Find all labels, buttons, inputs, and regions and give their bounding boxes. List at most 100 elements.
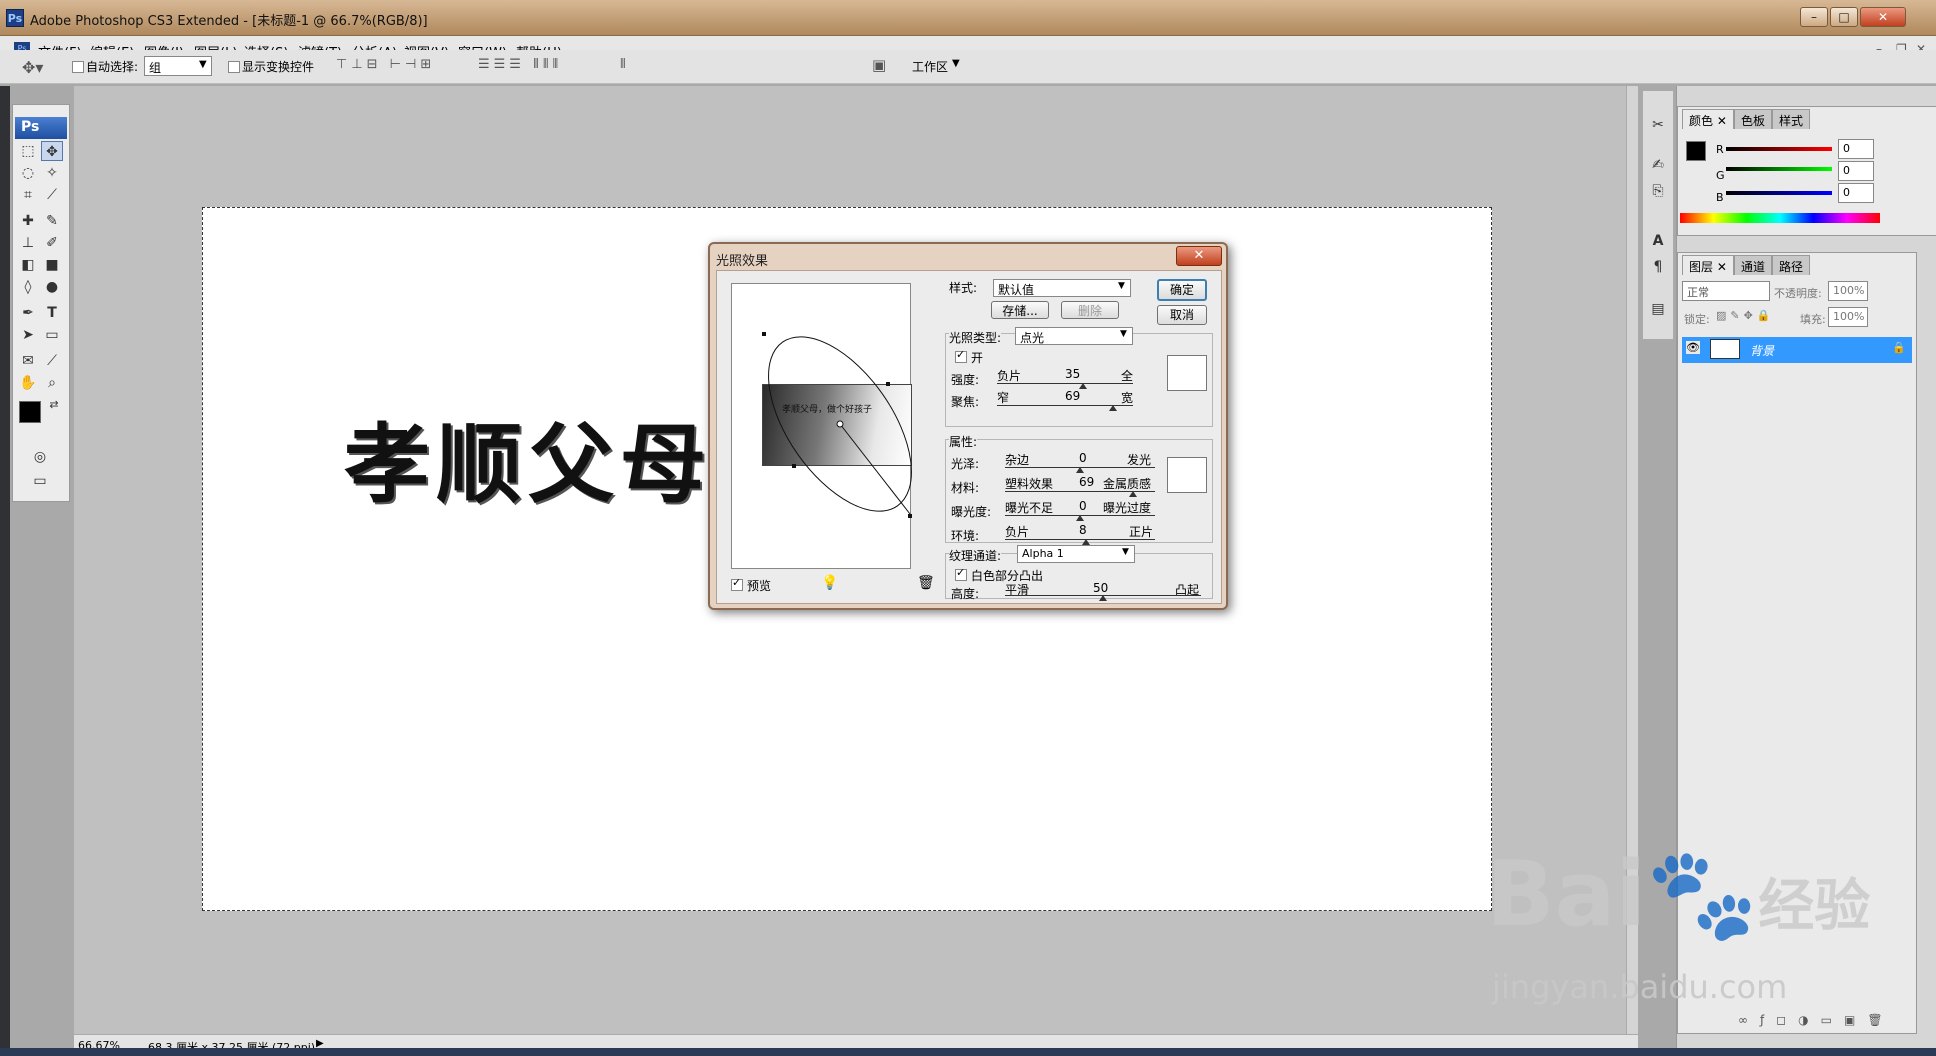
- tab-styles[interactable]: 样式: [1772, 109, 1811, 129]
- bridge-icon[interactable]: ▣: [872, 56, 886, 74]
- layer-row-background[interactable]: 👁 背景 🔒: [1682, 337, 1912, 363]
- blur-tool-icon[interactable]: ◊: [17, 277, 39, 297]
- light-bulb-icon[interactable]: 💡: [821, 575, 838, 591]
- shape-tool-icon[interactable]: ▭: [41, 325, 63, 345]
- type-tool-icon[interactable]: T: [41, 303, 63, 323]
- ambient-color-swatch[interactable]: [1167, 457, 1207, 493]
- crop-tool-icon[interactable]: ⌗: [17, 185, 39, 205]
- b-slider[interactable]: [1726, 191, 1832, 195]
- r-slider[interactable]: [1726, 147, 1832, 151]
- trash-icon[interactable]: 🗑: [917, 575, 935, 591]
- dodge-tool-icon[interactable]: ●: [41, 277, 63, 297]
- tab-color[interactable]: 颜色 ✕: [1682, 109, 1734, 129]
- lock-icons[interactable]: ▨✎✥🔒: [1716, 309, 1775, 322]
- eraser-tool-icon[interactable]: ◧: [17, 255, 39, 275]
- delete-style-button[interactable]: 删除: [1061, 301, 1119, 319]
- tab-layers[interactable]: 图层 ✕: [1682, 255, 1734, 275]
- foreground-swatch[interactable]: [1686, 141, 1706, 161]
- save-style-button[interactable]: 存储...: [991, 301, 1049, 319]
- g-input[interactable]: 0: [1838, 161, 1874, 181]
- move-tool-icon[interactable]: ✥▾: [22, 58, 43, 77]
- texture-channel-dropdown[interactable]: Alpha 1 ▼: [1017, 545, 1135, 563]
- workspace-button[interactable]: 工作区: [912, 58, 948, 75]
- focus-label: 聚焦:: [951, 395, 980, 409]
- collapsed-panels: ✂ ✍ ⎘ A ¶ ▤: [1642, 90, 1674, 340]
- lighting-effects-dialog: 光照效果 ✕ 孝顺父母，做个好孩子 ✓ 预览 💡 🗑 样式: 默认值 ▼ 存储.…: [708, 242, 1228, 610]
- brush-tool-icon[interactable]: ✎: [41, 211, 63, 231]
- auto-select-dropdown[interactable]: 组 ▼: [144, 56, 212, 76]
- tools-preset-icon[interactable]: ✂: [1647, 115, 1669, 135]
- eyedropper-icon[interactable]: ⟋: [41, 351, 63, 371]
- dialog-body: 孝顺父母，做个好孩子 ✓ 预览 💡 🗑 样式: 默认值 ▼ 存储... 删除 确…: [716, 270, 1222, 604]
- layer-comps-icon[interactable]: ▤: [1647, 299, 1669, 319]
- opacity-input[interactable]: 100%: [1828, 281, 1868, 301]
- tab-paths[interactable]: 路径: [1772, 255, 1811, 275]
- show-transform-checkbox[interactable]: [228, 61, 240, 73]
- clone-stamp-icon[interactable]: ⊥: [17, 233, 39, 253]
- hand-tool-icon[interactable]: ✋: [17, 373, 39, 393]
- paragraph-icon[interactable]: ¶: [1647, 257, 1669, 277]
- tab-channels[interactable]: 通道: [1734, 255, 1773, 275]
- minimize-button[interactable]: –: [1800, 7, 1828, 27]
- height-slider-thumb[interactable]: [1099, 595, 1107, 601]
- character-icon[interactable]: A: [1647, 231, 1669, 251]
- blend-mode-value: 正常: [1687, 286, 1709, 299]
- r-input[interactable]: 0: [1838, 139, 1874, 159]
- healing-brush-icon[interactable]: ✚: [17, 211, 39, 231]
- screen-mode-icon[interactable]: ▭: [29, 471, 51, 491]
- clone-source-icon[interactable]: ⎘: [1647, 181, 1669, 201]
- material-slider-thumb[interactable]: [1128, 491, 1137, 497]
- move-tool-icon[interactable]: ✥: [41, 141, 63, 161]
- cancel-button[interactable]: 取消: [1157, 305, 1207, 325]
- blend-mode-dropdown[interactable]: 正常: [1682, 281, 1770, 301]
- style-dropdown[interactable]: 默认值 ▼: [993, 279, 1131, 297]
- path-select-icon[interactable]: ➤: [17, 325, 39, 345]
- light-preview[interactable]: 孝顺父母，做个好孩子: [731, 283, 912, 570]
- light-type-dropdown[interactable]: 点光 ▼: [1015, 327, 1133, 345]
- distribute-icons[interactable]: ☰☰☰ ⦀⦀⦀: [478, 57, 562, 72]
- exposure-slider-thumb[interactable]: [1076, 515, 1084, 521]
- gradient-tool-icon[interactable]: ■: [41, 255, 63, 275]
- history-brush-icon[interactable]: ✐: [41, 233, 63, 253]
- close-button[interactable]: ✕: [1860, 7, 1906, 27]
- intensity-slider[interactable]: [997, 383, 1133, 384]
- maximize-button[interactable]: □: [1830, 7, 1858, 27]
- texture-channel-value: Alpha 1: [1022, 547, 1064, 560]
- toolbox: Ps ⬚ ✥ ◌ ✧ ⌗ ⟋ ✚ ✎ ⊥ ✐ ◧ ■ ◊ ● ✒ T ➤ ▭ ✉…: [12, 104, 70, 502]
- lasso-tool-icon[interactable]: ◌: [17, 163, 39, 183]
- magic-wand-icon[interactable]: ✧: [41, 163, 63, 183]
- layer-bottom-icons[interactable]: ∞ƒ◻◑▭▣🗑: [1738, 1013, 1895, 1027]
- fill-input[interactable]: 100%: [1828, 307, 1868, 327]
- dialog-close-button[interactable]: ✕: [1176, 246, 1222, 266]
- auto-align-icon[interactable]: ⦀: [620, 57, 626, 72]
- ok-button[interactable]: 确定: [1157, 279, 1207, 301]
- align-icons[interactable]: ⊤⊥⊟ ⊢⊣⊞: [336, 57, 435, 72]
- slice-tool-icon[interactable]: ⟋: [41, 185, 63, 205]
- g-label: G: [1716, 169, 1725, 182]
- pen-tool-icon[interactable]: ✒: [17, 303, 39, 323]
- light-type-value: 点光: [1020, 331, 1045, 345]
- focus-right: 宽: [1121, 391, 1134, 405]
- brushes-icon[interactable]: ✍: [1647, 155, 1669, 175]
- focus-slider-thumb[interactable]: [1108, 405, 1117, 411]
- options-bar: ✥▾ 自动选择: 组 ▼ 显示变换控件 ⊤⊥⊟ ⊢⊣⊞ ☰☰☰ ⦀⦀⦀ ⦀ ▣ …: [0, 50, 1936, 84]
- gloss-slider-thumb[interactable]: [1076, 467, 1084, 473]
- marquee-tool-icon[interactable]: ⬚: [17, 141, 39, 161]
- foreground-color-swatch[interactable]: [19, 401, 41, 423]
- light-ellipse[interactable]: [732, 284, 912, 570]
- intensity-value: 35: [1065, 367, 1081, 381]
- b-input[interactable]: 0: [1838, 183, 1874, 203]
- g-slider[interactable]: [1726, 167, 1832, 171]
- swap-colors-icon[interactable]: ⇄: [43, 395, 65, 415]
- notes-tool-icon[interactable]: ✉: [17, 351, 39, 371]
- eye-icon[interactable]: 👁: [1686, 341, 1700, 354]
- ambience-slider[interactable]: [1005, 539, 1155, 540]
- color-spectrum[interactable]: [1680, 213, 1880, 223]
- auto-select-checkbox[interactable]: [72, 61, 84, 73]
- quick-mask-icon[interactable]: ◎: [29, 447, 51, 467]
- fill-label: 填充:: [1800, 313, 1826, 326]
- height-label: 高度:: [951, 587, 980, 601]
- zoom-tool-icon[interactable]: ⌕: [41, 373, 63, 393]
- light-color-swatch[interactable]: [1167, 355, 1207, 391]
- tab-swatches[interactable]: 色板: [1734, 109, 1773, 129]
